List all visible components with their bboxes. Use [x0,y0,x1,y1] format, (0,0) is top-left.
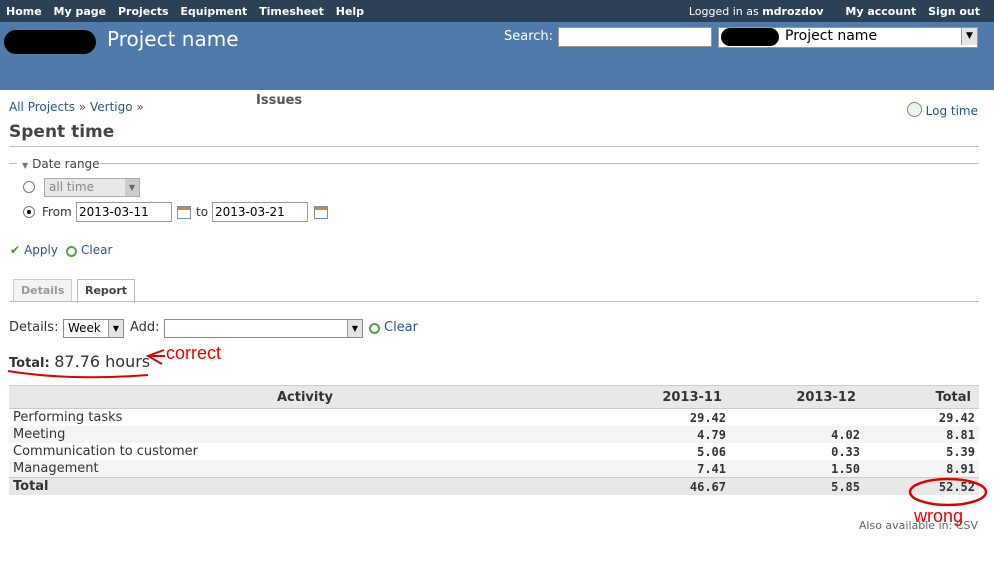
circle-annotation [908,477,988,507]
underline-annotation [7,370,149,379]
annotation-overlay [7,349,988,507]
correct-annotation: correct [166,343,222,363]
wrong-annotation: wrong [914,506,964,526]
